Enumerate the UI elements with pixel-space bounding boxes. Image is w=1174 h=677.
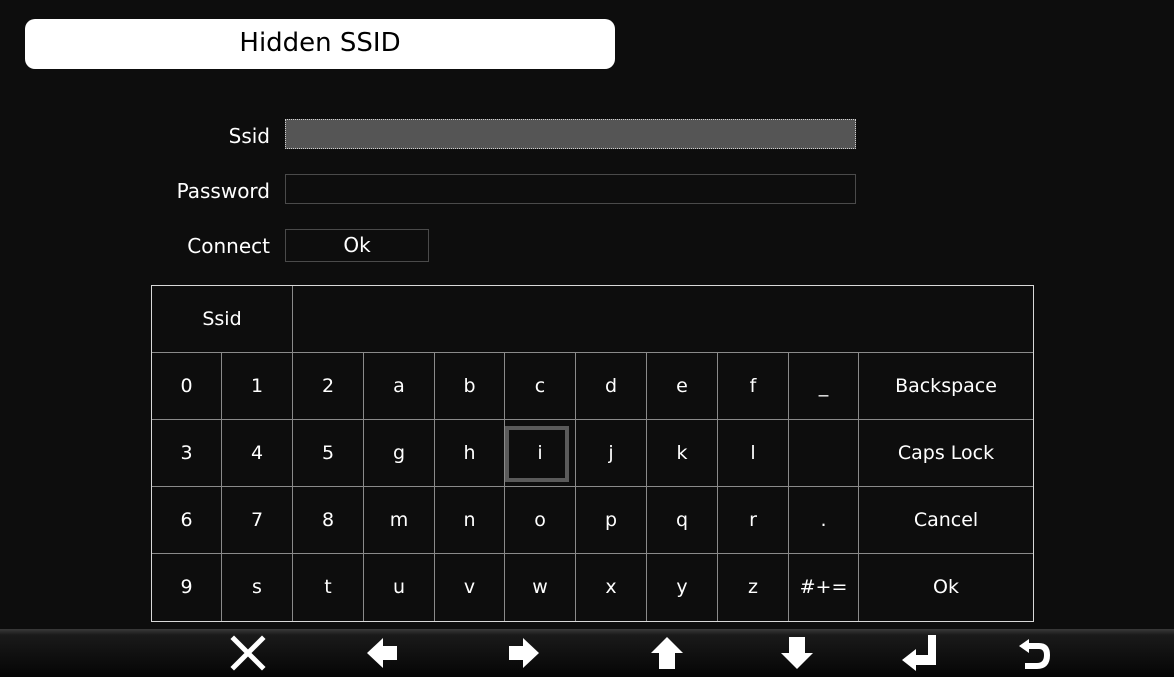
key-e[interactable]: e xyxy=(647,353,718,420)
key-.[interactable]: . xyxy=(789,487,859,554)
key-b[interactable]: b xyxy=(435,353,505,420)
key-a[interactable]: a xyxy=(364,353,435,420)
key-v[interactable]: v xyxy=(435,554,505,621)
key-7[interactable]: 7 xyxy=(222,487,293,554)
keyboard-input-display xyxy=(293,286,1033,353)
connect-label: Connect xyxy=(187,234,270,258)
key-1[interactable]: 1 xyxy=(222,353,293,420)
key-p[interactable]: p xyxy=(576,487,647,554)
key-n[interactable]: n xyxy=(435,487,505,554)
key-r[interactable]: r xyxy=(718,487,789,554)
navigation-bar xyxy=(0,629,1174,677)
key-5[interactable]: 5 xyxy=(293,420,364,487)
key-cancel-button[interactable]: Cancel xyxy=(859,487,1033,554)
key-0[interactable]: 0 xyxy=(152,353,222,420)
key-s[interactable]: s xyxy=(222,554,293,621)
key-o[interactable]: o xyxy=(505,487,576,554)
key-y[interactable]: y xyxy=(647,554,718,621)
key-ok-button[interactable]: Ok xyxy=(859,554,1033,621)
key-g[interactable]: g xyxy=(364,420,435,487)
keyboard-target-label: Ssid xyxy=(152,286,293,353)
key-q[interactable]: q xyxy=(647,487,718,554)
key-k[interactable]: k xyxy=(647,420,718,487)
key-c[interactable]: c xyxy=(505,353,576,420)
key-8[interactable]: 8 xyxy=(293,487,364,554)
key-3[interactable]: 3 xyxy=(152,420,222,487)
connect-ok-button[interactable]: Ok xyxy=(285,229,429,262)
key-x[interactable]: x xyxy=(576,554,647,621)
key-d[interactable]: d xyxy=(576,353,647,420)
arrow-down-icon[interactable] xyxy=(767,631,827,675)
key-2[interactable]: 2 xyxy=(293,353,364,420)
key-m[interactable]: m xyxy=(364,487,435,554)
arrow-left-icon[interactable] xyxy=(353,631,413,675)
key-9[interactable]: 9 xyxy=(152,554,222,621)
title-bar: Hidden SSID xyxy=(25,19,615,69)
ssid-label: Ssid xyxy=(228,124,270,148)
enter-icon[interactable] xyxy=(890,631,950,675)
on-screen-keyboard: Ssid 0 1 2 a b c d e f _ Backspace 3 4 5 g h i j k l Caps Lo… xyxy=(151,285,1034,622)
key-backspace-button[interactable]: Backspace xyxy=(859,353,1033,420)
arrow-right-icon[interactable] xyxy=(493,631,553,675)
key-z[interactable]: z xyxy=(718,554,789,621)
key-#+=[interactable]: #+= xyxy=(789,554,859,621)
key-t[interactable]: t xyxy=(293,554,364,621)
password-input[interactable] xyxy=(285,174,856,204)
back-icon[interactable] xyxy=(1005,631,1065,675)
key-4[interactable]: 4 xyxy=(222,420,293,487)
key-l[interactable]: l xyxy=(718,420,789,487)
key-u[interactable]: u xyxy=(364,554,435,621)
key-i[interactable]: i xyxy=(505,420,576,487)
arrow-up-icon[interactable] xyxy=(637,631,697,675)
close-icon[interactable] xyxy=(218,631,278,675)
key-j[interactable]: j xyxy=(576,420,647,487)
key-6[interactable]: 6 xyxy=(152,487,222,554)
key-h[interactable]: h xyxy=(435,420,505,487)
key-_[interactable]: _ xyxy=(789,353,859,420)
key-w[interactable]: w xyxy=(505,554,576,621)
key-caps-lock-button[interactable]: Caps Lock xyxy=(859,420,1033,487)
password-label: Password xyxy=(176,179,270,203)
ssid-input[interactable] xyxy=(285,119,856,149)
key-blank xyxy=(789,420,859,487)
key-f[interactable]: f xyxy=(718,353,789,420)
page-title: Hidden SSID xyxy=(239,28,401,58)
